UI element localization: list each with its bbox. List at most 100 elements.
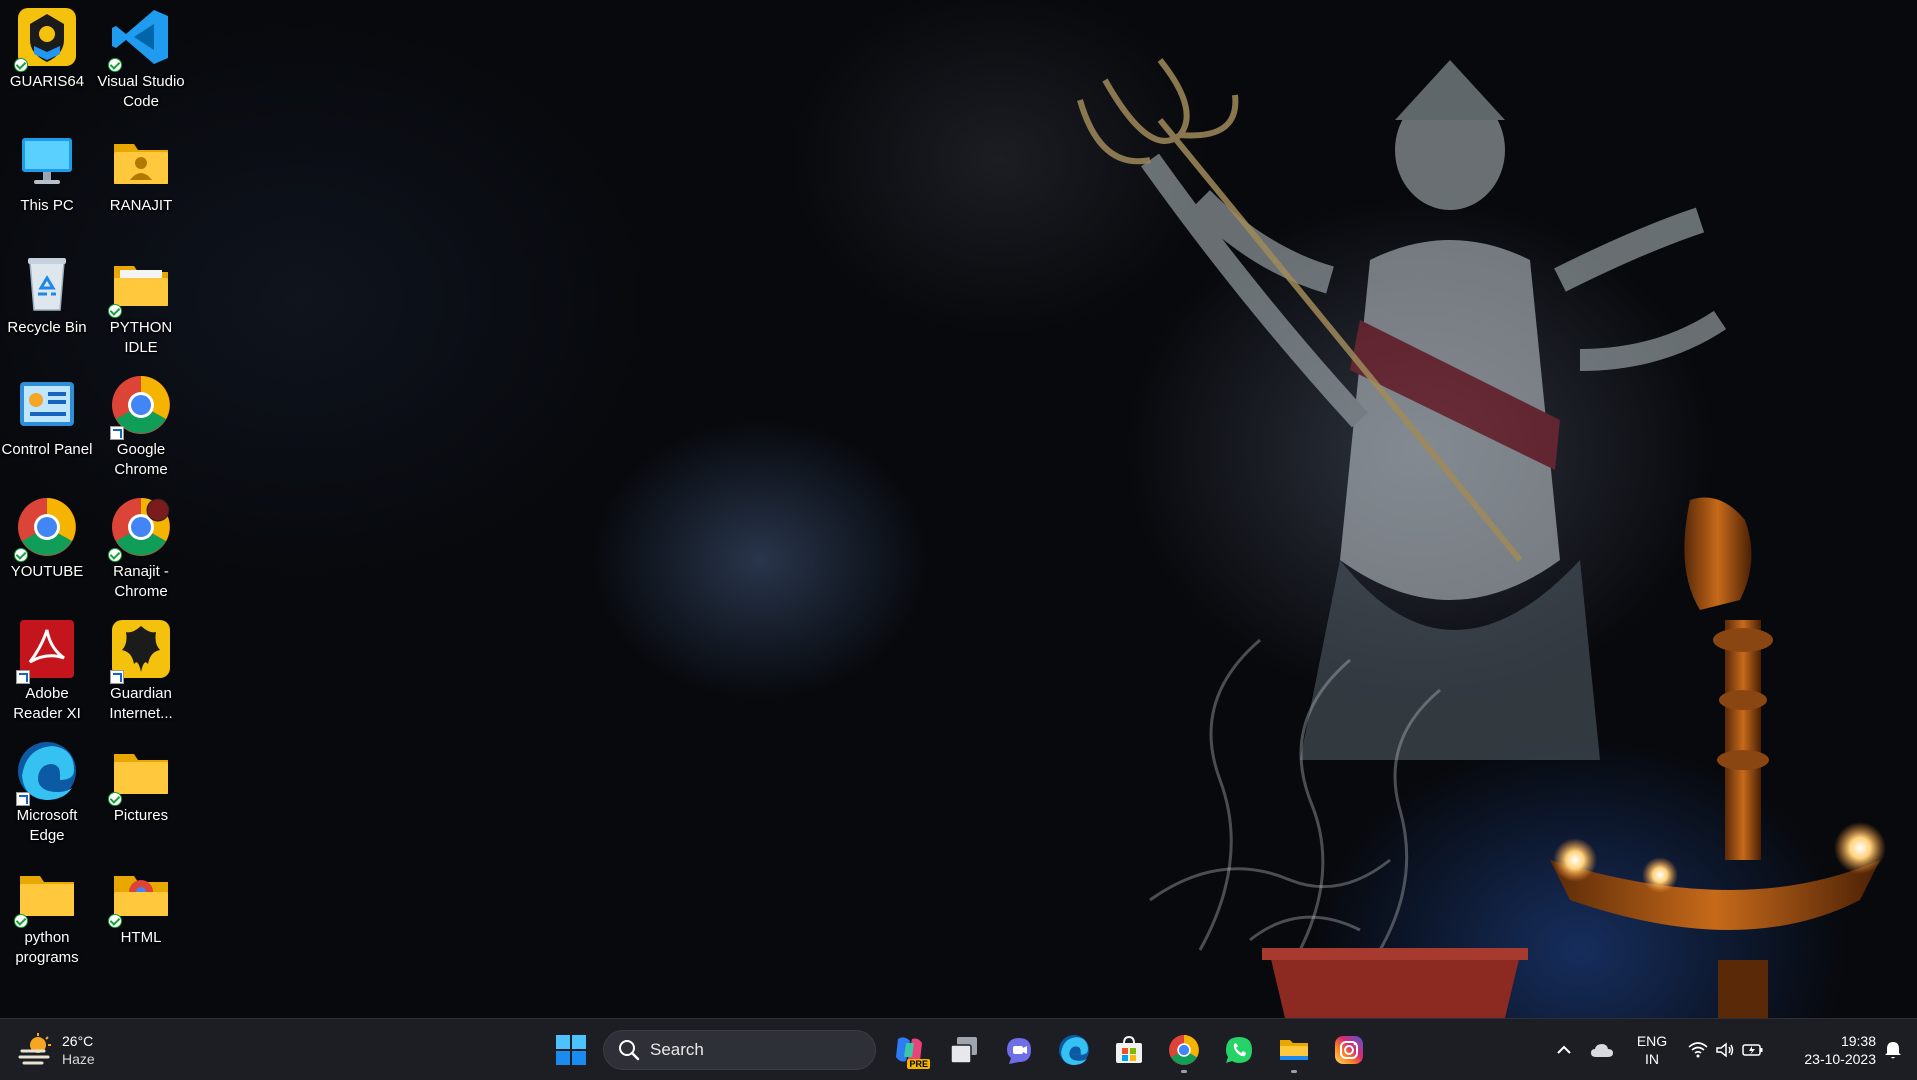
sync-status-icon [14, 914, 28, 928]
desktop-icon-label: Recycle Bin [7, 319, 87, 336]
search-icon [619, 1040, 640, 1061]
recycle-bin-icon [16, 252, 78, 314]
show-hidden-icons-button[interactable] [1552, 1027, 1576, 1073]
battery-charging-icon [1742, 1044, 1763, 1056]
sync-status-icon [14, 58, 28, 72]
sync-status-icon [108, 792, 122, 806]
whatsapp-icon [1226, 1037, 1252, 1063]
desktop-icon-label: Google Chrome [114, 441, 168, 478]
clock-time: 19:38 [1840, 1033, 1876, 1049]
sync-status-icon [108, 58, 122, 72]
desktop-icon-adobe-reader[interactable]: Adobe Reader XI [0, 614, 94, 734]
chrome-profile-icon [108, 496, 172, 562]
adobe-reader-icon [16, 618, 78, 684]
windows-logo-icon [556, 1035, 586, 1065]
folder-icon [14, 862, 78, 928]
search-placeholder: Search [650, 1040, 704, 1059]
guardian-icon [110, 618, 172, 684]
sync-status-icon [108, 304, 122, 318]
clock[interactable]: 19:38 23-10-2023 [1782, 1027, 1876, 1073]
taskbar-app-store[interactable] [1106, 1027, 1152, 1073]
taskbar-app-chrome[interactable] [1161, 1027, 1207, 1073]
desktop-icon-ranajit[interactable]: RANAJIT [94, 126, 188, 246]
monitor-icon [16, 130, 78, 192]
folder-icon [108, 862, 172, 928]
control-panel-icon [16, 374, 78, 436]
desktop-icon-ranajit-chrome[interactable]: Ranajit - Chrome [94, 492, 188, 612]
desktop-icon-label: PYTHON IDLE [109, 319, 173, 356]
instagram-icon [1335, 1036, 1363, 1064]
desktop-icon-label: Visual Studio Code [97, 73, 185, 110]
onedrive-tray-button[interactable] [1587, 1027, 1617, 1073]
chat-icon [1007, 1038, 1031, 1064]
desktop-icon-label: YOUTUBE [10, 563, 84, 580]
chrome-icon [14, 496, 78, 562]
desktop-icon-html[interactable]: HTML [94, 858, 188, 978]
desktop-icon-python-idle[interactable]: PYTHON IDLE [94, 248, 188, 368]
taskbar: 26°C Haze Search PRE ENG IN 19:38 23-10-… [0, 1018, 1917, 1080]
weather-temperature: 26°C [62, 1033, 94, 1049]
desktop-icon-label: Ranajit - Chrome [113, 563, 169, 600]
desktop-icon-label: Adobe Reader XI [13, 685, 81, 722]
user-folder-icon [110, 130, 172, 192]
weather-condition: Haze [62, 1051, 95, 1067]
taskbar-search-box[interactable]: Search [603, 1030, 876, 1070]
sync-status-icon [14, 548, 28, 562]
volume-icon [1716, 1042, 1734, 1058]
desktop-icon-label: Guardian Internet... [109, 685, 173, 722]
desktop-icon-vscode[interactable]: Visual Studio Code [94, 2, 188, 122]
language-region: IN [1645, 1051, 1659, 1067]
quick-settings-button[interactable] [1684, 1027, 1768, 1073]
desktop-icon-youtube[interactable]: YOUTUBE [0, 492, 94, 612]
guaris64-icon [14, 6, 78, 72]
taskbar-app-instagram[interactable] [1326, 1027, 1372, 1073]
copilot-pre-badge: PRE [907, 1059, 930, 1069]
start-button[interactable] [548, 1027, 594, 1073]
desktop-icon-label: GUARIS64 [9, 73, 85, 90]
desktop-icon-recycle-bin[interactable]: Recycle Bin [0, 248, 94, 368]
shortcut-arrow-icon [110, 670, 124, 684]
taskbar-app-file-explorer[interactable] [1271, 1027, 1317, 1073]
taskbar-app-edge[interactable] [1051, 1027, 1097, 1073]
desktop-icon-this-pc[interactable]: This PC [0, 126, 94, 246]
desktop-icon-guardian-internet[interactable]: Guardian Internet... [94, 614, 188, 734]
notifications-button[interactable] [1878, 1027, 1908, 1073]
file-explorer-icon [1280, 1040, 1308, 1060]
taskbar-app-whatsapp[interactable] [1216, 1027, 1262, 1073]
taskbar-app-copilot[interactable]: PRE [886, 1027, 932, 1073]
desktop-icon-label: This PC [20, 197, 74, 214]
weather-widget[interactable]: 26°C Haze [18, 1027, 128, 1073]
folder-icon [108, 252, 172, 318]
chrome-icon [1169, 1035, 1199, 1065]
desktop-icon-python-programs[interactable]: python programs [0, 858, 94, 978]
desktop-icon-label: Control Panel [1, 441, 93, 458]
sync-status-icon [108, 914, 122, 928]
taskbar-app-task-view[interactable] [941, 1027, 987, 1073]
desktop-icon-pictures[interactable]: Pictures [94, 736, 188, 856]
desktop-icon-label: Pictures [113, 807, 169, 824]
store-icon [1116, 1035, 1142, 1063]
desktop-icon-google-chrome[interactable]: Google Chrome [94, 370, 188, 490]
edge-icon [16, 740, 78, 806]
desktop-icon-control-panel[interactable]: Control Panel [0, 370, 94, 490]
desktop-icon-label: Microsoft Edge [16, 807, 78, 844]
cloud-icon [1591, 1044, 1613, 1057]
folder-icon [108, 740, 172, 806]
chrome-icon [110, 374, 172, 440]
edge-icon [1059, 1035, 1089, 1065]
desktop-icon-label: python programs [15, 929, 79, 966]
desktop-icon-guaris64[interactable]: GUARIS64 [0, 2, 94, 122]
shortcut-arrow-icon [16, 792, 30, 806]
wifi-icon [1688, 1042, 1708, 1058]
shortcut-arrow-icon [16, 670, 30, 684]
sync-status-icon [108, 548, 122, 562]
desktop-icon-microsoft-edge[interactable]: Microsoft Edge [0, 736, 94, 856]
task-view-icon [950, 1037, 977, 1064]
desktop-wallpaper [0, 0, 1917, 1018]
chevron-up-icon [1557, 1045, 1571, 1054]
vscode-icon [108, 6, 172, 72]
desktop-icon-label: HTML [120, 929, 162, 946]
language-indicator[interactable]: ENG IN [1630, 1027, 1674, 1073]
taskbar-app-chat[interactable] [996, 1027, 1042, 1073]
desktop-icon-label: RANAJIT [109, 197, 173, 214]
